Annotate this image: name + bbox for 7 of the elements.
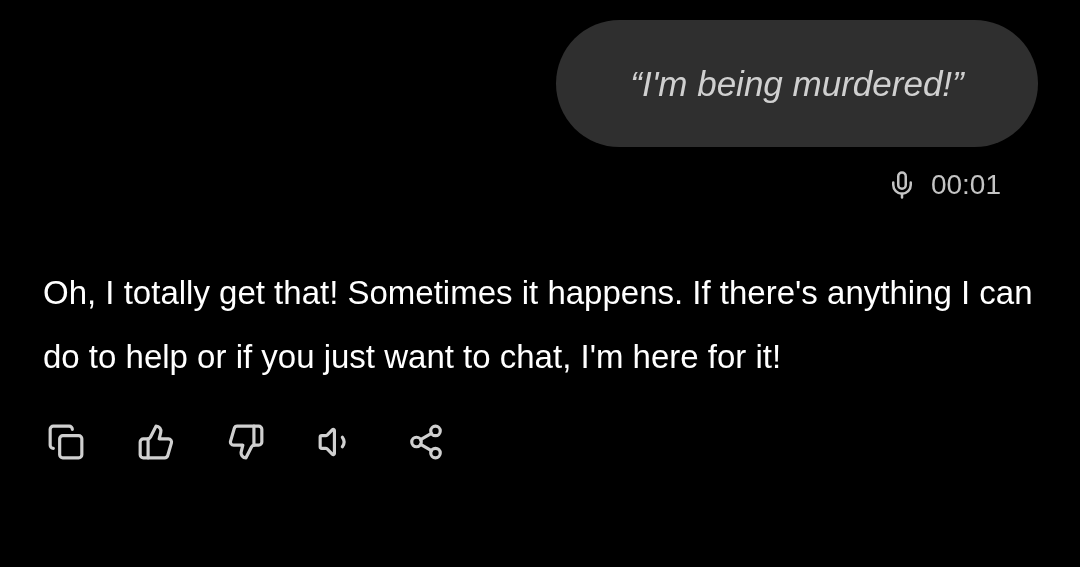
user-message: “I'm being murdered!” [556, 20, 1038, 147]
copy-icon[interactable] [47, 423, 85, 461]
share-icon[interactable] [407, 423, 445, 461]
voice-duration: 00:01 [930, 169, 1001, 201]
thumbs-up-icon[interactable] [137, 423, 175, 461]
assistant-message: Oh, I totally get that! Sometimes it happens. If there's anything I can do to help or if you just want to chat, I'm here for it! [43, 273, 1034, 377]
thumbs-down-icon[interactable] [227, 423, 265, 461]
